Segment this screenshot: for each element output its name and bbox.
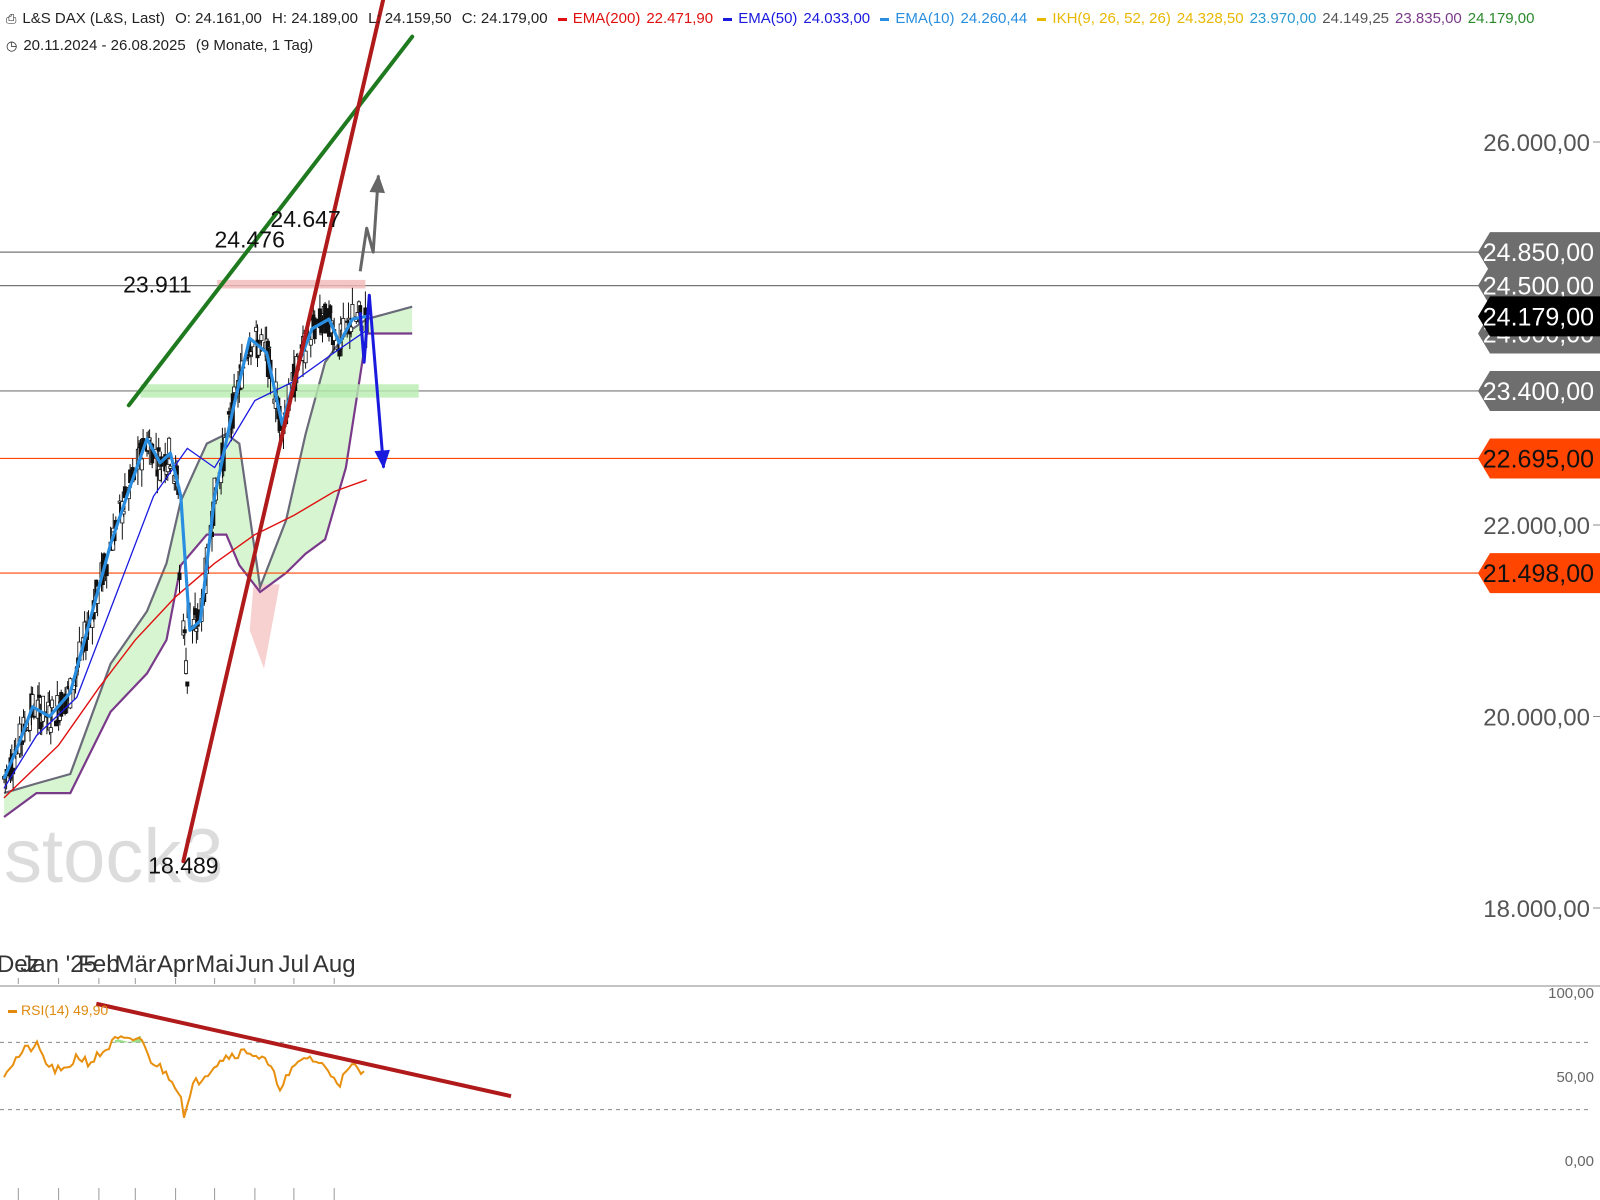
- ikh-value-1: 24.328,50: [1176, 10, 1244, 27]
- candle-body: [232, 386, 237, 394]
- x-tick-label: Mai: [195, 951, 234, 978]
- candle-body: [349, 326, 354, 333]
- low-value: L: 24.159,50: [368, 10, 452, 27]
- annotation-label: 18.489: [148, 853, 218, 879]
- candle-body: [303, 350, 308, 364]
- candle-body: [323, 303, 328, 334]
- ema50-value: 24.033,00: [803, 10, 871, 27]
- candle-body: [48, 727, 53, 733]
- candle-body: [182, 629, 187, 634]
- ema200-swatch: [557, 17, 567, 21]
- ikh-value-2: 23.970,00: [1249, 10, 1317, 27]
- ikh-value-4: 23.835,00: [1395, 10, 1462, 27]
- candle-body: [185, 681, 190, 687]
- y-tick-label: 18.000,00: [1483, 896, 1590, 923]
- period-range: 20.11.2024 - 26.08.2025: [23, 37, 186, 54]
- candle-body: [177, 572, 182, 580]
- ikh-value-5: 24.179,00: [1467, 10, 1535, 27]
- y-tick-label: 26.000,00: [1483, 130, 1590, 157]
- candle-body: [183, 660, 188, 674]
- clock-icon: ◷: [6, 38, 18, 53]
- ikh-value-3: 24.149,25: [1322, 10, 1390, 27]
- y-tick-label: 20.000,00: [1483, 705, 1590, 732]
- period-note: (9 Monate, 1 Tag): [195, 37, 314, 54]
- price-tag-label: 24.179,00: [1483, 303, 1594, 331]
- price-tag-label: 24.850,00: [1483, 239, 1594, 267]
- price-tag: 22.695,00: [1478, 438, 1600, 479]
- candle-body: [259, 334, 264, 341]
- x-tick-label: Jul: [279, 951, 310, 978]
- candle-body: [50, 699, 55, 709]
- close-value: C: 24.179,00: [461, 10, 548, 27]
- annotation-label: 23.911: [123, 271, 192, 297]
- ema10-label: EMA(10): [895, 10, 955, 27]
- ema10-swatch: [880, 17, 890, 21]
- candle-body: [308, 339, 313, 346]
- high-value: H: 24.189,00: [272, 10, 358, 27]
- y-axis: 26.000,00 22.000,00 20.000,00 18.000,00 24.8…: [1478, 130, 1600, 923]
- candle-body: [346, 317, 351, 321]
- rsi-swatch: [8, 1009, 17, 1013]
- x-tick-label: Aug: [313, 951, 356, 978]
- rsi-tick-label: 50,00: [1556, 1069, 1594, 1086]
- candle-body: [156, 447, 161, 452]
- rsi-legend-label: RSI(14) 49,90: [21, 1002, 109, 1018]
- ema50-label: EMA(50): [738, 10, 798, 27]
- candle-body: [167, 437, 172, 454]
- rsi-tick-label: 0,00: [1565, 1153, 1594, 1170]
- price-tag-label: 23.400,00: [1483, 378, 1594, 406]
- rsi-line: [3, 1035, 365, 1118]
- rsi-legend: RSI(14) 49,90: [8, 1002, 108, 1018]
- x-tick-label: Jun: [236, 951, 275, 978]
- candle-body: [246, 355, 251, 358]
- scenario-up-arrow-head: [369, 174, 385, 194]
- ema200-value: 22.471,90: [646, 10, 714, 27]
- x-tick-label: Feb: [78, 951, 119, 978]
- price-tag-label: 22.695,00: [1483, 445, 1594, 473]
- candle-body: [267, 346, 272, 349]
- candle-body: [31, 715, 36, 718]
- candle-body: [130, 467, 135, 471]
- ikh-swatch: [1037, 17, 1047, 21]
- legend-row-1: ⎙ L&S DAX (L&S, Last) O: 24.161,00 H: 24.…: [6, 10, 1541, 27]
- x-axis: DezJan '25FebMär Apr Mai Jun Jul Aug: [0, 951, 356, 1200]
- ema200-label: EMA(200): [572, 10, 641, 27]
- price-tag: 21.498,00: [1478, 553, 1600, 594]
- annotation-label: 24.647: [270, 206, 340, 232]
- ikh-label: IKH(9, 26, 52, 26): [1052, 10, 1171, 27]
- candles-icon: ⎙: [6, 11, 17, 26]
- red-trendline: [181, 0, 386, 864]
- resistance-zone: [217, 279, 366, 289]
- x-tick-label: Apr: [157, 951, 194, 978]
- symbol-label: L&S DAX (L&S, Last): [22, 10, 165, 27]
- price-tag: 23.400,00: [1478, 370, 1600, 411]
- candle-body: [350, 304, 355, 320]
- candle-body: [37, 694, 42, 698]
- price-tag: 24.179,00: [1478, 296, 1600, 337]
- candle-body: [168, 465, 173, 469]
- x-tick-label: Mär: [115, 951, 156, 978]
- rsi-trendline: [95, 1001, 512, 1099]
- candle-body: [41, 695, 46, 722]
- open-value: O: 24.161,00: [175, 10, 262, 27]
- rsi-tick-label: 100,00: [1548, 985, 1594, 1002]
- cloud-red-twist: [249, 584, 280, 669]
- dax-chart[interactable]: stock3 24.47624.64723.91118.489 26.000,0…: [0, 0, 1600, 1200]
- price-tag-label: 21.498,00: [1483, 560, 1594, 588]
- rsi-panel: 100,00 50,00 0,00: [0, 985, 1594, 1170]
- ema10-value: 24.260,44: [960, 10, 1028, 27]
- legend-row-2: ◷ 20.11.2024 - 26.08.2025 (9 Monate, 1 Ta…: [6, 37, 319, 54]
- ema50-swatch: [723, 17, 733, 21]
- trendlines: [126, 0, 415, 864]
- y-tick-label: 22.000,00: [1483, 513, 1590, 540]
